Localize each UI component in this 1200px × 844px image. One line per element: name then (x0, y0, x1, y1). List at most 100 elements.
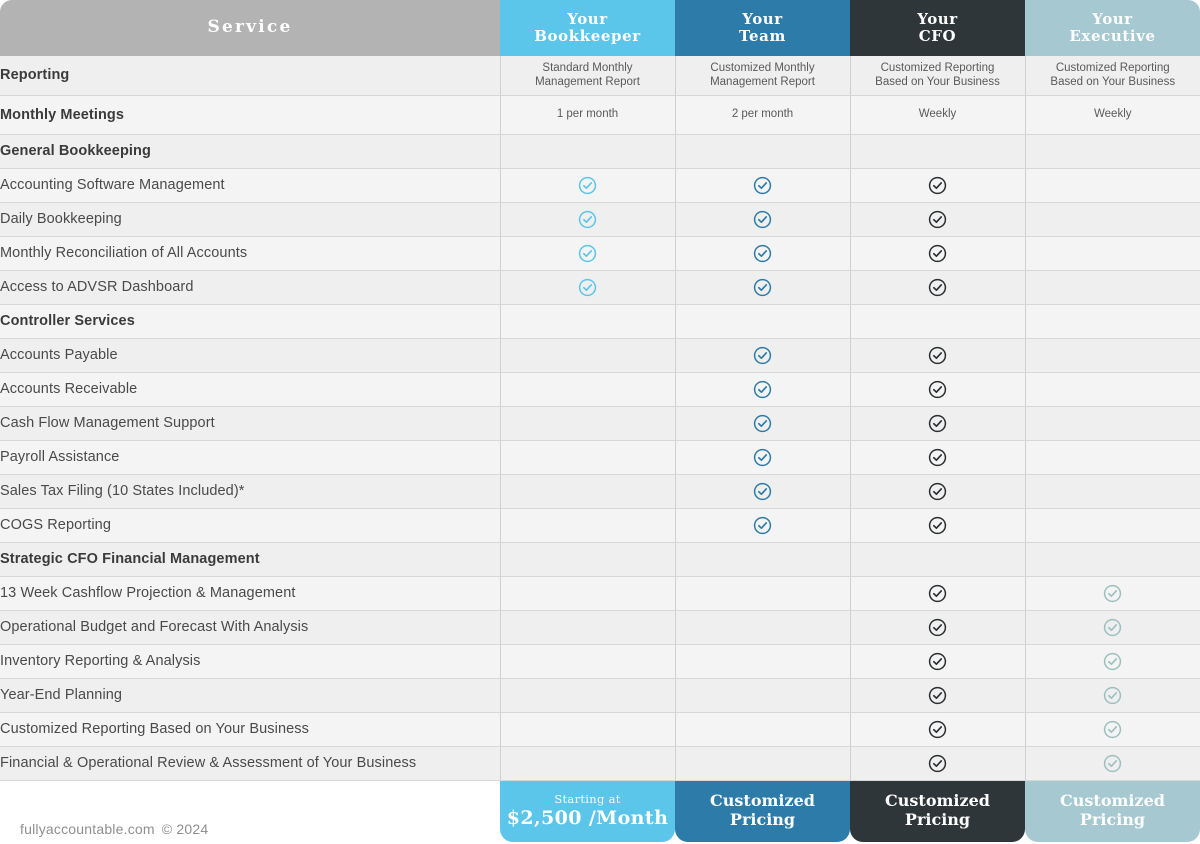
pricing-line2: Pricing (729, 810, 796, 829)
plan-cell-cfo (850, 508, 1026, 543)
plan-cell-executive (1025, 712, 1200, 747)
plan-cell-team (675, 134, 851, 169)
pricing-amount: $2,500 /Month (506, 807, 669, 830)
table-row: 13 Week Cashflow Projection & Management (0, 576, 1200, 611)
plan-cell-cfo (850, 610, 1026, 645)
table-row: Operational Budget and Forecast With Ana… (0, 610, 1200, 645)
plan-cell-executive (1025, 168, 1200, 203)
plan-cell-bookkeeper: Standard Monthly Management Report (500, 56, 676, 96)
plan-cell-bookkeeper (500, 304, 676, 339)
plan-cell-bookkeeper (500, 610, 676, 645)
plan-cell-cfo (850, 406, 1026, 441)
plan-cell-team (675, 576, 851, 611)
plan-cell-team (675, 304, 851, 339)
check-circle-icon (578, 278, 597, 297)
plan-cell-cfo (850, 202, 1026, 237)
check-circle-icon (928, 278, 947, 297)
plan-cell-team (675, 678, 851, 713)
check-circle-icon (1103, 720, 1122, 739)
service-label: Access to ADVSR Dashboard (0, 270, 501, 305)
check-circle-icon (753, 210, 772, 229)
plan-cell-bookkeeper (500, 338, 676, 373)
plan-cell-team: Customized Monthly Management Report (675, 56, 851, 96)
plan-cell-executive (1025, 440, 1200, 475)
header-plan-line2: CFO (918, 27, 957, 45)
plan-cell-cfo (850, 134, 1026, 169)
attribution: fullyaccountable.com © 2024 (20, 814, 208, 844)
check-circle-icon (1103, 618, 1122, 637)
table-row: COGS Reporting (0, 508, 1200, 543)
plan-cell-executive (1025, 542, 1200, 577)
pricing-line1: Customized (1060, 791, 1165, 811)
plan-cell-bookkeeper (500, 644, 676, 679)
table-row: Year-End Planning (0, 678, 1200, 713)
plan-cell-cfo (850, 236, 1026, 271)
plan-cell-bookkeeper (500, 440, 676, 475)
plan-cell-bookkeeper (500, 678, 676, 713)
service-label: Reporting (0, 56, 501, 96)
header-plan-line1: Your (917, 10, 958, 29)
plan-cell-executive: Weekly (1025, 95, 1200, 135)
check-circle-icon (928, 584, 947, 603)
table-header: Service Your Bookkeeper Your Team Your C… (0, 0, 1200, 56)
header-row: Service Your Bookkeeper Your Team Your C… (0, 0, 1200, 56)
plan-cell-executive (1025, 372, 1200, 407)
header-plan-team: Your Team (675, 0, 850, 56)
plan-cell-team (675, 168, 851, 203)
plan-cell-line: Weekly (918, 108, 957, 121)
plan-cell-cfo (850, 746, 1026, 781)
plan-cell-executive (1025, 236, 1200, 271)
plan-cell-executive (1025, 610, 1200, 645)
table-row: Financial & Operational Review & Assessm… (0, 746, 1200, 781)
service-label: Payroll Assistance (0, 440, 501, 475)
table-row-group: Reporting Standard Monthly Management Repo… (0, 56, 1200, 96)
check-circle-icon (928, 244, 947, 263)
pricing-executive[interactable]: Customized Pricing (1025, 780, 1200, 842)
plan-cell-line: Standard Monthly (542, 61, 633, 74)
plan-cell-team (675, 406, 851, 441)
check-circle-icon (753, 278, 772, 297)
plan-cell-line: 1 per month (556, 108, 619, 121)
plan-cell-team (675, 746, 851, 781)
check-circle-icon (753, 176, 772, 195)
pricing-bookkeeper[interactable]: Starting at $2,500 /Month (500, 780, 675, 842)
plan-cell-team (675, 270, 851, 305)
check-circle-icon (928, 482, 947, 501)
header-plan-executive: Your Executive (1025, 0, 1200, 56)
attribution-copyright: © 2024 (161, 821, 209, 837)
pricing-team[interactable]: Customized Pricing (675, 780, 850, 842)
table-row: Access to ADVSR Dashboard (0, 270, 1200, 305)
table-row: Inventory Reporting & Analysis (0, 644, 1200, 679)
header-plan-line1: Your (1092, 10, 1133, 29)
plan-cell-executive (1025, 134, 1200, 169)
service-label: Accounts Receivable (0, 372, 501, 407)
plan-cell-cfo: Weekly (850, 95, 1026, 135)
plan-cell-line: Weekly (1094, 108, 1132, 121)
check-circle-icon (928, 754, 947, 773)
table-row-group: Monthly Meetings 1 per month 2 per month We… (0, 95, 1200, 135)
check-circle-icon (928, 176, 947, 195)
service-label: Year-End Planning (0, 678, 501, 713)
plan-cell-line: Customized Reporting (880, 61, 995, 74)
service-label: Sales Tax Filing (10 States Included)* (0, 474, 501, 509)
plan-cell-line: Based on Your Business (875, 76, 1000, 89)
table-row: Daily Bookkeeping (0, 202, 1200, 237)
plan-cell-executive: Customized Reporting Based on Your Busine… (1025, 56, 1200, 96)
header-plan-line1: Your (742, 10, 783, 29)
check-circle-icon (1103, 652, 1122, 671)
plan-cell-bookkeeper (500, 474, 676, 509)
pricing-cfo[interactable]: Customized Pricing (850, 780, 1025, 842)
plan-cell-team (675, 542, 851, 577)
table-row: Accounts Receivable (0, 372, 1200, 407)
check-circle-icon (928, 686, 947, 705)
check-circle-icon (928, 210, 947, 229)
plan-cell-team (675, 372, 851, 407)
plan-cell-executive (1025, 508, 1200, 543)
check-circle-icon (578, 244, 597, 263)
plan-cell-team (675, 610, 851, 645)
service-label: Strategic CFO Financial Management (0, 542, 501, 577)
plan-cell-bookkeeper (500, 202, 676, 237)
plan-cell-team (675, 236, 851, 271)
plan-cell-line: Management Report (710, 76, 815, 89)
plan-cell-bookkeeper (500, 236, 676, 271)
